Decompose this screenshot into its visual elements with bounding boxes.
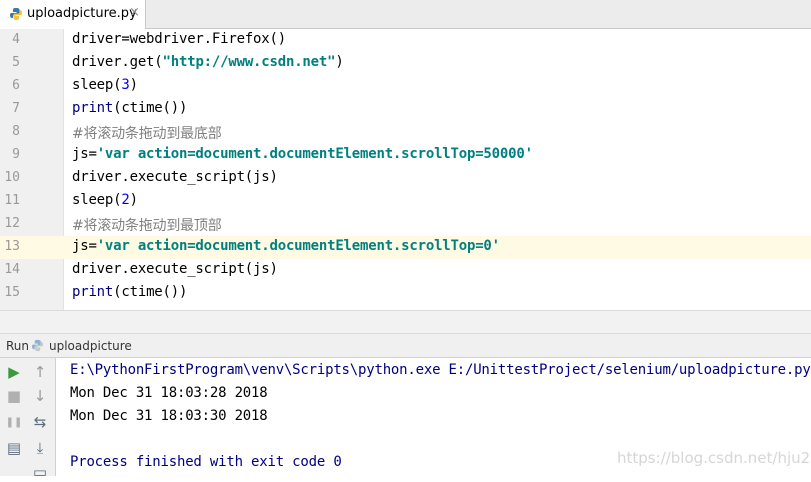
code-line[interactable]: 14 driver.execute_script(js) bbox=[0, 259, 811, 282]
code-line[interactable]: 9 js='var action=document.documentElement… bbox=[0, 144, 811, 167]
code-line[interactable]: 8 #将滚动条拖动到最底部 bbox=[0, 121, 811, 144]
file-tab-title: uploadpicture.py bbox=[27, 6, 137, 21]
code-token: ) bbox=[129, 192, 138, 208]
code-token: ) bbox=[129, 77, 138, 93]
editor-tab-bar: uploadpicture.py × bbox=[0, 0, 811, 29]
code-line[interactable]: 6 sleep(3) bbox=[0, 75, 811, 98]
run-tool-window-header: Run uploadpicture bbox=[0, 334, 811, 358]
code-token: sleep( bbox=[72, 192, 122, 208]
console-line: Process finished with exit code 0 bbox=[70, 454, 342, 470]
code-token: 3 bbox=[121, 77, 130, 93]
code-token: driver.execute_script(js) bbox=[72, 261, 278, 277]
line-number: 6 bbox=[12, 78, 20, 93]
pause-icon[interactable]: ❚❚ bbox=[4, 412, 24, 432]
code-text: js='var action=document.documentElement.… bbox=[72, 146, 533, 162]
code-line[interactable]: 11 sleep(2) bbox=[0, 190, 811, 213]
code-token: 'var action=document.documentElement.scr… bbox=[96, 146, 533, 162]
line-number: 4 bbox=[12, 32, 20, 47]
console-line: E:\PythonFirstProgram\venv\Scripts\pytho… bbox=[70, 362, 811, 378]
code-text: driver.get("http://www.csdn.net") bbox=[72, 54, 344, 70]
code-token: driver.execute_script(js) bbox=[72, 169, 278, 185]
code-token: sleep( bbox=[72, 77, 122, 93]
code-editor[interactable]: 4 driver=webdriver.Firefox() 5 driver.get("… bbox=[0, 29, 811, 310]
code-line[interactable]: 7 print(ctime()) bbox=[0, 98, 811, 121]
watermark: https://blog.csdn.net/hju22 bbox=[617, 449, 811, 467]
code-token: #将滚动条拖动到最顶部 bbox=[72, 218, 222, 234]
code-token: (ctime()) bbox=[113, 284, 188, 300]
code-token: print bbox=[72, 284, 114, 300]
code-token: js= bbox=[72, 146, 97, 162]
code-token: (ctime()) bbox=[113, 100, 188, 116]
file-tab[interactable]: uploadpicture.py × bbox=[0, 0, 146, 29]
code-token: ) bbox=[335, 54, 344, 70]
python-file-icon bbox=[10, 8, 22, 20]
code-token: 'var action=document.documentElement.scr… bbox=[96, 238, 500, 254]
code-line[interactable]: 12 #将滚动条拖动到最顶部 bbox=[0, 213, 811, 236]
soft-wrap-icon[interactable]: ⇆ bbox=[30, 412, 50, 432]
line-number: 11 bbox=[4, 193, 20, 208]
line-number: 12 bbox=[4, 216, 20, 231]
python-run-config-icon bbox=[31, 339, 44, 352]
code-token: driver=webdriver.Firefox() bbox=[72, 31, 286, 47]
scroll-to-end-icon[interactable]: ⤓ bbox=[30, 438, 50, 458]
line-number: 13 bbox=[4, 239, 20, 254]
code-line[interactable]: 4 driver=webdriver.Firefox() bbox=[0, 29, 811, 52]
code-text: sleep(3) bbox=[72, 77, 138, 93]
code-token: print bbox=[72, 100, 114, 116]
code-token: 2 bbox=[121, 192, 130, 208]
code-text: js='var action=document.documentElement.… bbox=[72, 238, 500, 254]
code-text: #将滚动条拖动到最顶部 bbox=[72, 215, 222, 235]
scroll-down-icon[interactable]: ↓ bbox=[30, 386, 50, 406]
code-text: driver.execute_script(js) bbox=[72, 261, 278, 277]
code-token: js= bbox=[72, 238, 97, 254]
line-number: 7 bbox=[12, 101, 20, 116]
code-text: print(ctime()) bbox=[72, 100, 187, 116]
line-number: 14 bbox=[4, 262, 20, 277]
code-line[interactable]: 5 driver.get("http://www.csdn.net") bbox=[0, 52, 811, 75]
line-number: 5 bbox=[12, 55, 20, 70]
line-number: 15 bbox=[4, 285, 20, 300]
rerun-icon[interactable]: ▶ bbox=[4, 362, 24, 382]
run-label: Run bbox=[6, 339, 30, 353]
run-toolbar: ▶ ↑ ■ ↓ ❚❚ ⇆ ▤ ⤓ ▭ bbox=[0, 358, 56, 481]
code-line[interactable]: 15 print(ctime()) bbox=[0, 282, 811, 305]
console-line: Mon Dec 31 18:03:28 2018 bbox=[70, 385, 268, 401]
print-icon[interactable]: ▭ bbox=[30, 462, 50, 482]
run-config-name: uploadpicture bbox=[49, 339, 132, 353]
code-text: print(ctime()) bbox=[72, 284, 187, 300]
code-line[interactable]: 13 js='var action=document.documentElemen… bbox=[0, 236, 811, 259]
code-text: sleep(2) bbox=[72, 192, 138, 208]
layout-icon[interactable]: ▤ bbox=[4, 438, 24, 458]
code-text: driver=webdriver.Firefox() bbox=[72, 31, 286, 47]
line-number: 9 bbox=[12, 147, 20, 162]
scroll-up-icon[interactable]: ↑ bbox=[30, 362, 50, 382]
line-number: 10 bbox=[4, 170, 20, 185]
panel-splitter[interactable] bbox=[0, 310, 811, 334]
close-tab-icon[interactable]: × bbox=[129, 5, 140, 20]
code-text: #将滚动条拖动到最底部 bbox=[72, 123, 222, 143]
stop-icon[interactable]: ■ bbox=[4, 386, 24, 406]
code-token: #将滚动条拖动到最底部 bbox=[72, 126, 222, 142]
console-line: Mon Dec 31 18:03:30 2018 bbox=[70, 408, 268, 424]
code-token: driver.get( bbox=[72, 54, 163, 70]
code-line[interactable]: 10 driver.execute_script(js) bbox=[0, 167, 811, 190]
code-token: "http://www.csdn.net" bbox=[162, 54, 336, 70]
line-number: 8 bbox=[12, 124, 20, 139]
code-text: driver.execute_script(js) bbox=[72, 169, 278, 185]
